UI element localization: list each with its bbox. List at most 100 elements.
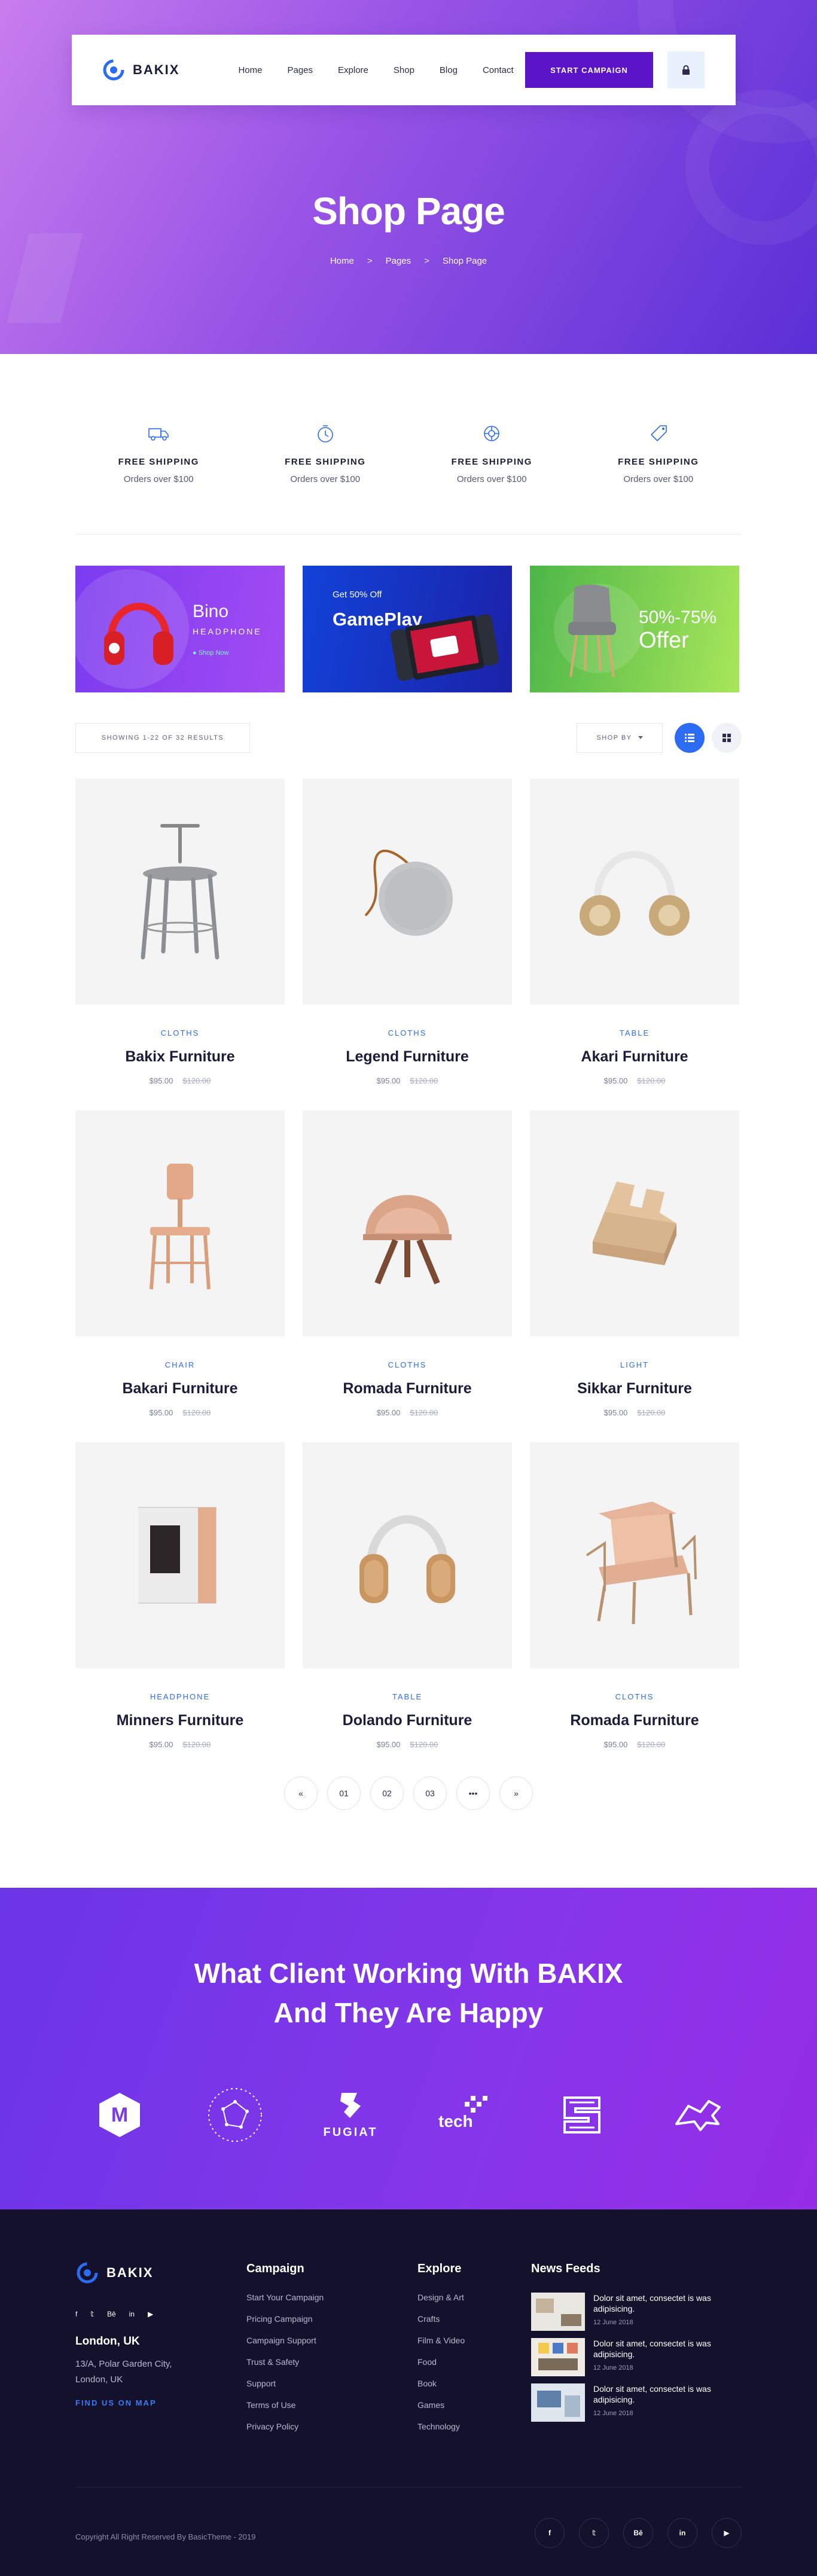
page-1-button[interactable]: 01 xyxy=(327,1777,361,1810)
linkedin-icon[interactable]: in xyxy=(667,2518,697,2548)
footer-divider xyxy=(75,2487,742,2488)
product-price: $95.00 $120.00 xyxy=(75,1076,285,1085)
footer-link[interactable]: Campaign Support xyxy=(246,2336,324,2345)
promo-banners: Bino HEADPHONE ● Shop Now Get 50% Off Ga… xyxy=(75,566,742,692)
product-name[interactable]: Dolando Furniture xyxy=(303,1712,512,1729)
product-category: CLOTHS xyxy=(388,1360,427,1369)
current-price: $95.00 xyxy=(376,1408,401,1417)
footer-link[interactable]: Crafts xyxy=(417,2314,465,2324)
list-icon xyxy=(685,734,694,742)
linkedin-icon[interactable]: in xyxy=(129,2310,135,2318)
product-image xyxy=(75,779,285,1005)
product-name[interactable]: Minners Furniture xyxy=(75,1712,285,1729)
footer-campaign-column: Campaign Start Your Campaign Pricing Cam… xyxy=(246,2262,324,2443)
truck-icon xyxy=(146,421,171,446)
product-card[interactable]: LIGHT Sikkar Furniture $95.00 $120.00 xyxy=(530,1110,739,1442)
twitter-icon[interactable]: 𝕥 xyxy=(579,2518,609,2548)
footer-link[interactable]: Technology xyxy=(417,2422,465,2431)
grid-view-button[interactable] xyxy=(712,723,742,753)
product-name[interactable]: Bakix Furniture xyxy=(75,1048,285,1066)
youtube-icon[interactable]: ▶ xyxy=(148,2310,153,2318)
product-name[interactable]: Sikkar Furniture xyxy=(530,1380,739,1397)
behance-icon[interactable]: Bē xyxy=(623,2518,653,2548)
news-item[interactable]: Dolor sit amet, consectet is was adipisi… xyxy=(531,2338,746,2376)
product-name[interactable]: Legend Furniture xyxy=(303,1048,512,1066)
prev-page-button[interactable]: « xyxy=(284,1777,318,1810)
news-text: Dolor sit amet, consectet is was adipisi… xyxy=(593,2384,711,2404)
nav-explore[interactable]: Explore xyxy=(338,65,368,75)
product-card[interactable]: HEADPHONE Minners Furniture $95.00 $120.0… xyxy=(75,1442,285,1774)
nav-home[interactable]: Home xyxy=(238,65,262,75)
login-button[interactable] xyxy=(667,51,705,88)
behance-icon[interactable]: Bē xyxy=(107,2310,116,2318)
feature-item: FREE SHIPPING Orders over $100 xyxy=(575,421,742,534)
product-card[interactable]: CLOTHS Romada Furniture $95.00 $120.00 xyxy=(530,1442,739,1774)
feature-subtitle: Orders over $100 xyxy=(456,474,527,484)
footer-link[interactable]: Terms of Use xyxy=(246,2400,324,2410)
current-price: $95.00 xyxy=(149,1076,173,1085)
old-price: $120.00 xyxy=(637,1740,666,1749)
product-image xyxy=(303,1442,512,1668)
brand-name: BAKIX xyxy=(133,62,180,77)
promo-chair[interactable]: 50%-75% Offer xyxy=(530,566,739,692)
footer-link[interactable]: Book xyxy=(417,2379,465,2388)
footer-link[interactable]: Trust & Safety xyxy=(246,2357,324,2367)
breadcrumb-home[interactable]: Home xyxy=(330,256,354,266)
nav-blog[interactable]: Blog xyxy=(440,65,458,75)
news-thumbnail xyxy=(531,2338,585,2376)
facebook-icon[interactable]: f xyxy=(75,2310,77,2318)
sort-select[interactable]: SHOP BY xyxy=(577,723,663,753)
next-page-button[interactable]: » xyxy=(499,1777,533,1810)
youtube-icon[interactable]: ▶ xyxy=(712,2518,742,2548)
product-card[interactable]: TABLE Dolando Furniture $95.00 $120.00 xyxy=(303,1442,512,1774)
footer-link[interactable]: Games xyxy=(417,2400,465,2410)
list-view-button[interactable] xyxy=(675,723,705,753)
start-campaign-button[interactable]: START CAMPAIGN xyxy=(525,52,653,88)
footer-link[interactable]: Support xyxy=(246,2379,324,2388)
footer-link[interactable]: Start Your Campaign xyxy=(246,2293,324,2302)
product-card[interactable]: CLOTHS Romada Furniture $95.00 $120.00 xyxy=(303,1110,512,1442)
breadcrumb-pages[interactable]: Pages xyxy=(386,256,411,266)
news-item[interactable]: Dolor sit amet, consectet is was adipisi… xyxy=(531,2293,746,2331)
news-text: Dolor sit amet, consectet is was adipisi… xyxy=(593,2293,711,2313)
product-price: $95.00 $120.00 xyxy=(75,1408,285,1417)
news-item[interactable]: Dolor sit amet, consectet is was adipisi… xyxy=(531,2383,746,2422)
product-name[interactable]: Akari Furniture xyxy=(530,1048,739,1066)
footer-logo[interactable]: BAKIX xyxy=(75,2261,153,2285)
shop-now-link[interactable]: ● Shop Now xyxy=(193,649,228,657)
find-us-on-map-link[interactable]: FIND US ON MAP xyxy=(75,2398,157,2407)
product-card[interactable]: TABLE Akari Furniture $95.00 $120.00 xyxy=(530,779,739,1110)
twitter-icon[interactable]: 𝕥 xyxy=(90,2310,94,2318)
product-card[interactable]: CLOTHS Bakix Furniture $95.00 $120.00 xyxy=(75,779,285,1110)
nav-contact[interactable]: Contact xyxy=(483,65,514,75)
product-grid: CLOTHS Bakix Furniture $95.00 $120.00 CLO… xyxy=(75,779,742,1774)
more-pages-button[interactable]: ••• xyxy=(456,1777,490,1810)
brand-logo[interactable]: BAKIX xyxy=(102,58,179,82)
product-name[interactable]: Romada Furniture xyxy=(303,1380,512,1397)
breadcrumb-separator: > xyxy=(424,256,429,266)
product-category: CLOTHS xyxy=(160,1028,200,1037)
product-image xyxy=(75,1442,285,1668)
footer-link[interactable]: Design & Art xyxy=(417,2293,465,2302)
footer-link[interactable]: Pricing Campaign xyxy=(246,2314,324,2324)
promo-gameplay[interactable]: Get 50% Off GamePlay xyxy=(303,566,512,692)
footer-link[interactable]: Film & Video xyxy=(417,2336,465,2345)
news-text: Dolor sit amet, consectet is was adipisi… xyxy=(593,2339,711,2359)
footer-city: London, UK xyxy=(75,2335,140,2348)
footer-explore-column: Explore Design & Art Crafts Film & Video… xyxy=(417,2262,465,2443)
product-card[interactable]: CLOTHS Legend Furniture $95.00 $120.00 xyxy=(303,779,512,1110)
nav-pages[interactable]: Pages xyxy=(287,65,313,75)
feature-subtitle: Orders over $100 xyxy=(123,474,194,484)
product-name[interactable]: Bakari Furniture xyxy=(75,1380,285,1397)
product-card[interactable]: CHAIR Bakari Furniture $95.00 $120.00 xyxy=(75,1110,285,1442)
product-name[interactable]: Romada Furniture xyxy=(530,1712,739,1729)
page-3-button[interactable]: 03 xyxy=(413,1777,447,1810)
footer-link[interactable]: Privacy Policy xyxy=(246,2422,324,2431)
promo-headphone[interactable]: Bino HEADPHONE ● Shop Now xyxy=(75,566,285,692)
nav-shop[interactable]: Shop xyxy=(394,65,414,75)
page-title: Shop Page xyxy=(312,190,505,233)
footer-link[interactable]: Food xyxy=(417,2357,465,2367)
page-2-button[interactable]: 02 xyxy=(370,1777,404,1810)
feature-subtitle: Orders over $100 xyxy=(623,474,694,484)
facebook-icon[interactable]: f xyxy=(535,2518,565,2548)
